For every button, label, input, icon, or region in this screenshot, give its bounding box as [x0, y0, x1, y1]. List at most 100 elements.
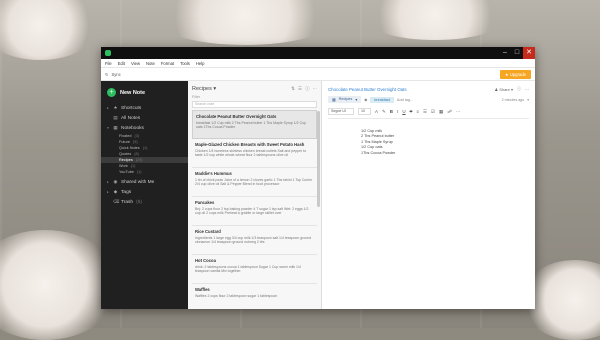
note-snippet: Ingredients 1 large egg 3/4 cup milk 1/3…: [195, 236, 312, 245]
note-title: Rice Custard: [195, 229, 221, 234]
add-tag-input[interactable]: Add tag...: [397, 98, 413, 102]
share-label: Share: [499, 86, 510, 92]
strikethrough-icon[interactable]: T: [410, 109, 413, 114]
menu-note[interactable]: Note: [146, 61, 155, 66]
note-list-item[interactable]: Waffles Waffles 2 cups flour 2 tablespoo…: [192, 284, 317, 309]
chevron-down-icon: ▾: [213, 86, 217, 92]
trash-icon: ⌫: [113, 199, 120, 204]
sidebar-item-shared[interactable]: ▸ ◉ Shared with Me: [101, 177, 188, 187]
person-icon: ♟: [494, 86, 499, 92]
format-toolbar: Segoe UI 10 A ✎ B I U T ≡ ☰ ☑ ▦ ☍ ⋯: [328, 108, 529, 119]
new-note-button[interactable]: + New Note: [101, 86, 188, 103]
note-list-item[interactable]: Rice Custard Ingredients 1 large egg 3/4…: [192, 226, 317, 255]
notebook-label: Work: [119, 164, 128, 168]
upgrade-button[interactable]: ★ Upgrade: [499, 69, 531, 79]
italic-icon[interactable]: I: [397, 109, 398, 114]
note-title: Maple-Glazed Chicken Breasts with Sweet …: [195, 142, 305, 147]
expand-arrow-icon[interactable]: ▸: [107, 180, 110, 184]
info-icon[interactable]: ⓘ: [517, 86, 521, 92]
evernote-logo-icon: [105, 50, 111, 56]
sidebar-item-label: Trash: [121, 199, 134, 205]
note-list-item[interactable]: Chocolate Peanut Butter Overnight Oats b…: [192, 110, 317, 139]
info-icon[interactable]: ⓘ: [305, 86, 310, 92]
more-icon[interactable]: ⋯: [313, 86, 318, 92]
minimize-icon[interactable]: –: [499, 47, 511, 59]
tag-chip[interactable]: breakfast: [370, 96, 394, 103]
notebook-label: Recipes: [119, 158, 133, 162]
editor-actions: ♟ Share ▾ ⓘ ⋯: [494, 86, 529, 92]
chevron-down-icon[interactable]: ▾: [527, 98, 529, 102]
note-chips: ▦ Recipes ▾ ◆ breakfast Add tag...: [328, 96, 413, 103]
checkbox-icon[interactable]: ☑: [431, 109, 435, 115]
view-options-icon[interactable]: ☰: [298, 86, 302, 92]
notebook-title: Recipes: [192, 86, 212, 92]
menu-tools[interactable]: Tools: [180, 61, 190, 66]
numbered-list-icon[interactable]: ☰: [423, 109, 427, 115]
menu-bar: File Edit View Note Format Tools Help: [101, 59, 535, 68]
maximize-icon[interactable]: □: [511, 47, 523, 59]
link-icon[interactable]: ☍: [447, 109, 452, 115]
menu-edit[interactable]: Edit: [118, 61, 125, 66]
expand-arrow-icon[interactable]: ▸: [107, 190, 110, 194]
window-controls: – □ ✕: [499, 47, 535, 59]
note-list: Recipes ▾ ⇅ ☰ ⓘ ⋯ Filter Search note Cho…: [188, 81, 322, 309]
new-note-label: New Note: [120, 89, 146, 96]
sync-label: Sync: [111, 71, 121, 77]
notebook-title-dropdown[interactable]: Recipes ▾: [192, 86, 216, 92]
sync-button[interactable]: ↻ Sync: [105, 72, 121, 77]
evernote-window: – □ ✕ File Edit View Note Format Tools H…: [101, 47, 535, 309]
menu-format[interactable]: Format: [161, 61, 174, 66]
notebook-count: (20): [135, 158, 143, 162]
note-body[interactable]: 1/2 Cup milk 2 Tbs Peanut butter 1 Tbs M…: [322, 119, 535, 156]
note-list-item[interactable]: Hot Cocoa drink: 2 tablespoons cocoa 1 t…: [192, 255, 317, 284]
notebook-count: (3): [134, 134, 140, 138]
sidebar-item-label: All Notes: [121, 115, 141, 121]
table-icon[interactable]: ▦: [439, 109, 443, 115]
note-snippet: Chicken 1/4 boneless skinless chicken br…: [195, 149, 307, 158]
expand-arrow-icon[interactable]: ▸: [107, 106, 110, 110]
note-list-item[interactable]: Maddie's Hummus 1 tin of chick peas Juic…: [192, 168, 317, 197]
note-list-item[interactable]: Pancakes Bnj: 2 cups flour 2 tsp baking …: [192, 197, 317, 226]
underline-icon[interactable]: U: [402, 109, 405, 114]
note-search-input[interactable]: Search note: [192, 101, 317, 108]
menu-file[interactable]: File: [105, 61, 112, 66]
font-family-select[interactable]: Segoe UI: [328, 108, 354, 115]
upgrade-label: Upgrade: [509, 71, 526, 77]
notebook-icon: ▦: [332, 98, 336, 102]
note-meta: 2 minutes ago ▾: [502, 98, 529, 102]
sidebar-item-shortcuts[interactable]: ▸ ★ Shortcuts: [101, 103, 188, 113]
note-title: Hot Cocoa: [195, 258, 216, 263]
note-title: Pancakes: [195, 200, 215, 205]
text-color-icon[interactable]: A: [375, 109, 378, 114]
close-icon[interactable]: ✕: [523, 47, 535, 59]
notebook-count: (9): [132, 140, 138, 144]
sidebar-item-label: Shortcuts: [121, 105, 142, 111]
bold-icon[interactable]: B: [390, 109, 393, 114]
sidebar-item-tags[interactable]: ▸ ◆ Tags: [101, 187, 188, 197]
collapse-arrow-icon[interactable]: ▾: [107, 126, 110, 130]
note-snippet: Bnj: 2 cups flour 2 tsp baking powder 4 …: [195, 207, 309, 216]
highlight-icon[interactable]: ✎: [382, 109, 386, 115]
note-list-scrollbar[interactable]: [317, 111, 320, 207]
filter-label: Filter: [192, 95, 200, 99]
sidebar-item-trash[interactable]: ⌫ Trash (5): [101, 197, 188, 207]
font-size-select[interactable]: 10: [358, 108, 371, 115]
note-snippet: breakfast 1/2 Cup milk 2 Tbs Peanut butt…: [196, 121, 306, 130]
notebook-item-youtube[interactable]: YouTube (1): [101, 169, 188, 175]
more-icon[interactable]: ⋯: [525, 87, 529, 92]
more-format-icon[interactable]: ⋯: [456, 109, 461, 115]
note-title-field[interactable]: Chocolate Peanut Butter Overnight Oats: [328, 87, 407, 92]
share-button[interactable]: ♟ Share ▾: [494, 87, 513, 92]
sort-icon[interactable]: ⇅: [291, 86, 295, 92]
star-icon: ★: [504, 71, 509, 77]
menu-help[interactable]: Help: [196, 61, 205, 66]
sidebar-item-all-notes[interactable]: ▤ All Notes: [101, 113, 188, 123]
sidebar-item-notebooks[interactable]: ▾ ▦ Notebooks: [101, 123, 188, 133]
sidebar-item-label: Notebooks: [121, 125, 144, 131]
notebook-selector[interactable]: ▦ Recipes ▾: [328, 96, 362, 103]
shared-icon: ◉: [113, 179, 118, 184]
note-list-item[interactable]: Maple-Glazed Chicken Breasts with Sweet …: [192, 139, 317, 168]
bullet-list-icon[interactable]: ≡: [416, 109, 419, 114]
notebook-label: Fixated: [119, 134, 132, 138]
menu-view[interactable]: View: [131, 61, 140, 66]
